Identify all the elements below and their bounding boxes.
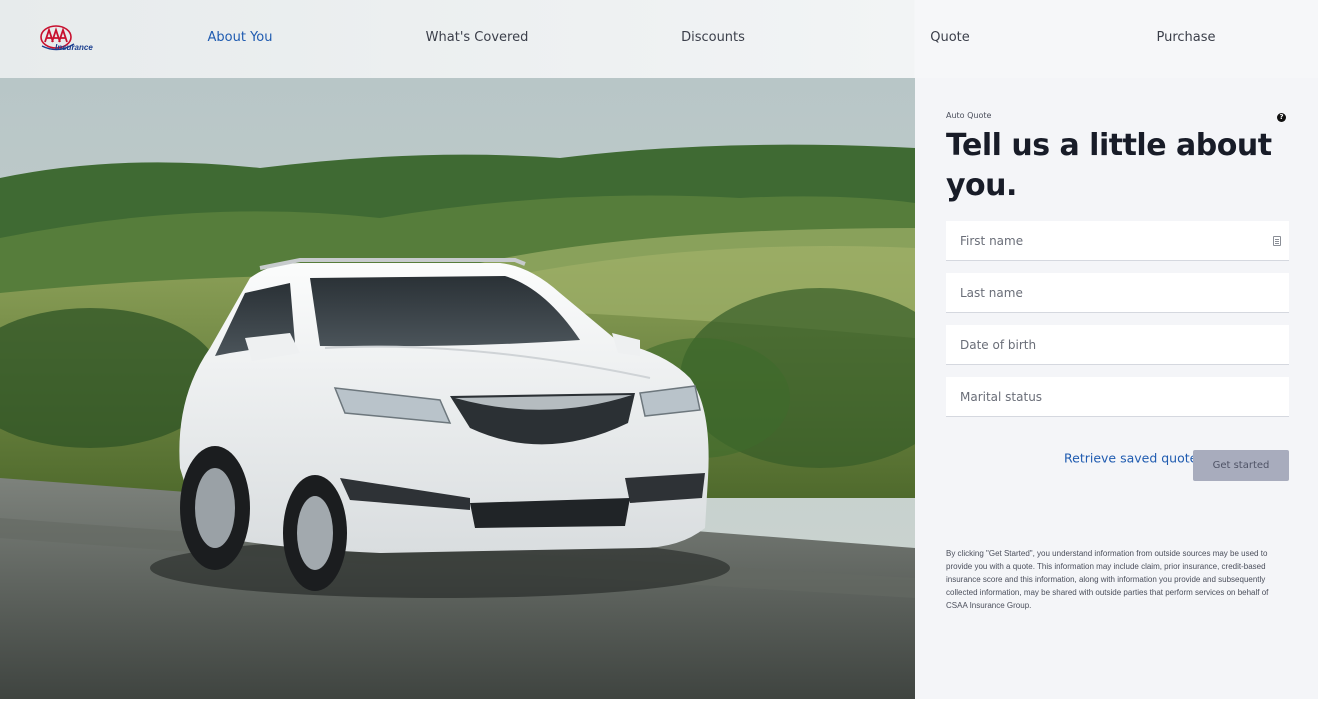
last-name-input[interactable] (946, 273, 1289, 312)
suv-on-road-illustration (0, 78, 915, 699)
quote-form-panel: Auto Quote ? Tell us a little about you.… (915, 78, 1318, 699)
form-eyebrow: Auto Quote (946, 111, 992, 120)
logo-subtitle: Insurance (55, 43, 93, 52)
marital-status-input[interactable] (946, 377, 1289, 416)
legal-disclaimer: By clicking "Get Started", you understan… (946, 549, 1269, 610)
nav-discounts[interactable]: Discounts (681, 30, 745, 48)
top-navigation-bar: Insurance About You What's Covered Disco… (0, 0, 1318, 78)
autofill-icon[interactable] (1273, 236, 1281, 246)
nav-quote[interactable]: Quote (930, 30, 970, 48)
aaa-insurance-logo[interactable]: Insurance (40, 24, 100, 56)
hero-image (0, 78, 915, 699)
page-title: Tell us a little about you. (946, 128, 1272, 203)
first-name-field[interactable] (946, 221, 1289, 261)
nav-about-you[interactable]: About You (208, 30, 273, 48)
date-of-birth-field[interactable] (946, 325, 1289, 365)
nav-whats-covered[interactable]: What's Covered (426, 30, 529, 48)
date-of-birth-input[interactable] (946, 325, 1289, 364)
last-name-field[interactable] (946, 273, 1289, 313)
get-started-button[interactable]: Get started (1193, 450, 1289, 481)
nav-purchase[interactable]: Purchase (1156, 30, 1215, 48)
marital-status-field[interactable] (946, 377, 1289, 417)
retrieve-saved-quote-link[interactable]: Retrieve saved quote (1064, 451, 1197, 466)
help-icon[interactable]: ? (1277, 113, 1286, 122)
first-name-input[interactable] (946, 221, 1289, 260)
